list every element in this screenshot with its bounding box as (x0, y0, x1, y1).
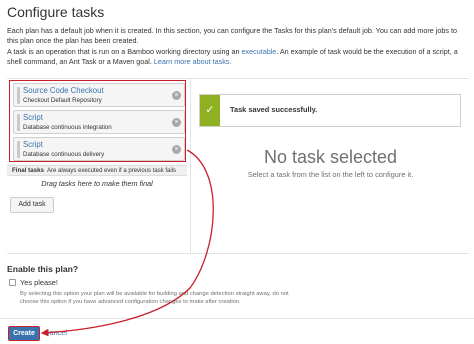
no-task-title: No task selected (263, 147, 398, 167)
divider (7, 253, 469, 254)
task-description: Checkout Default Repository (23, 97, 102, 104)
footer-divider (0, 318, 474, 319)
drag-handle-icon[interactable] (17, 87, 20, 104)
enable-plan-title: Enable this plan? (7, 264, 79, 274)
intro-paragraph: Each plan has a default job when it is c… (7, 26, 457, 45)
task-description: Database continuous delivery (23, 151, 105, 158)
task-name[interactable]: Script (23, 113, 43, 122)
task-name[interactable]: Script (23, 140, 43, 149)
final-tasks-note: Are always executed even if a previous t… (46, 168, 177, 174)
success-check-icon: ✓ (200, 95, 220, 126)
task-item-script-cd[interactable]: Script Database continuous delivery × (13, 137, 185, 161)
task-details-panel: ✓ Task saved successfully. No task selec… (190, 79, 469, 253)
drag-handle-icon[interactable] (17, 114, 20, 131)
success-message: ✓ Task saved successfully. (199, 94, 461, 127)
enable-plan-help: By selecting this option your plan will … (20, 291, 289, 306)
task-name[interactable]: Source Code Checkout (23, 86, 104, 95)
final-tasks-label: Final tasks (12, 167, 44, 174)
executable-link[interactable]: executable (242, 47, 277, 56)
task-description-paragraph: A task is an operation that is run on a … (7, 47, 469, 67)
remove-task-icon[interactable]: × (172, 118, 181, 127)
task-item-script-ci[interactable]: Script Database continuous integration × (13, 110, 185, 134)
task-list: Source Code Checkout Checkout Default Re… (9, 80, 186, 162)
enable-plan-checkbox[interactable] (9, 279, 16, 286)
remove-task-icon[interactable]: × (172, 145, 181, 154)
success-message-text: Task saved successfully. (230, 105, 318, 114)
enable-plan-checkbox-label[interactable]: Yes please! (20, 278, 58, 287)
task-item-source-code-checkout[interactable]: Source Code Checkout Checkout Default Re… (13, 83, 185, 107)
cancel-link[interactable]: Cancel (44, 328, 67, 337)
tasks-panel: Source Code Checkout Checkout Default Re… (7, 79, 187, 253)
final-tasks-header: Final tasks Are always executed even if a… (7, 165, 187, 176)
no-task-subtitle: Select a task from the list on the left … (247, 170, 414, 179)
create-button[interactable]: Create (8, 326, 40, 341)
remove-task-icon[interactable]: × (172, 91, 181, 100)
drag-handle-icon[interactable] (17, 141, 20, 158)
intro-text: A task is an operation that is run on a … (7, 47, 242, 56)
add-task-button[interactable]: Add task (10, 197, 54, 213)
final-tasks-dropzone[interactable]: Drag tasks here to make them final (7, 177, 187, 190)
page-title: Configure tasks (7, 4, 105, 20)
learn-more-link[interactable]: Learn more about tasks. (154, 57, 232, 66)
task-description: Database continuous integration (23, 124, 112, 131)
